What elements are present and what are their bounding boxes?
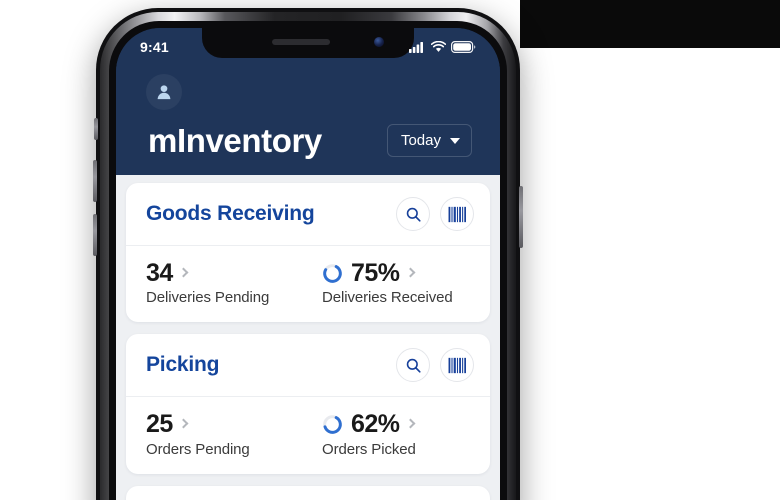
volume-down-button[interactable] <box>93 214 97 256</box>
metric-top-row: 75% <box>322 260 490 286</box>
metric-tile[interactable]: 34 Deliveries Pending <box>126 260 314 307</box>
card-header: Goods Receiving <box>126 183 490 246</box>
card-header: Goods Issue <box>126 486 490 500</box>
metric-top-row: 25 <box>146 410 314 439</box>
progress-ring-icon <box>323 415 342 434</box>
card-goods-receiving: Goods Receiving 34 Deliveries Pending 75% De… <box>126 183 490 323</box>
avatar-row <box>116 62 500 110</box>
barcode-scan-button[interactable] <box>440 348 474 383</box>
wifi-icon <box>431 41 446 52</box>
search-button[interactable] <box>396 197 430 231</box>
silent-switch[interactable] <box>94 118 98 140</box>
metric-value: 62% <box>351 410 400 439</box>
chevron-right-icon <box>178 418 189 429</box>
phone-screen: 9:41 mInventory Today Goods Receiving 34… <box>116 28 500 500</box>
metric-label: Deliveries Received <box>322 289 453 307</box>
metric-top-row: 62% <box>322 410 490 439</box>
cellular-signal-icon <box>409 42 423 53</box>
metric-value: 25 <box>146 410 173 439</box>
chevron-right-icon <box>405 418 415 429</box>
cards-list[interactable]: Goods Receiving 34 Deliveries Pending 75% De… <box>116 175 500 500</box>
card-metrics: 34 Deliveries Pending 75% Deliveries Receiv… <box>126 246 490 322</box>
progress-ring-icon <box>323 263 342 283</box>
card-metrics: 25 Orders Pending 62% Orders Picked <box>126 397 490 473</box>
period-filter-label: Today <box>400 132 441 149</box>
background-black-band <box>520 0 780 48</box>
card-actions <box>396 197 474 231</box>
barcode-icon <box>448 206 466 222</box>
title-bar: mInventory Today <box>116 110 500 157</box>
metric-tile[interactable]: 25 Orders Pending <box>126 410 314 458</box>
chevron-right-icon <box>405 267 415 278</box>
barcode-scan-button[interactable] <box>440 197 474 231</box>
metric-value: 34 <box>146 259 173 287</box>
chevron-right-icon <box>178 267 189 278</box>
card-picking: Picking 25 Orders Pending 62% Orders Picked <box>126 334 490 474</box>
card-actions <box>396 348 474 383</box>
metric-label: Orders Pending <box>146 440 250 458</box>
screenshot-stage: 9:41 mInventory Today Goods Receiving 34… <box>0 0 780 500</box>
chevron-down-icon <box>450 137 460 144</box>
phone-device: 9:41 mInventory Today Goods Receiving 34… <box>93 8 523 500</box>
metric-label: Deliveries Pending <box>146 289 270 307</box>
card-title: Picking <box>146 353 220 377</box>
power-button[interactable] <box>519 186 523 248</box>
status-time: 9:41 <box>140 39 169 55</box>
metric-value: 75% <box>351 259 400 287</box>
metric-top-row: 34 <box>146 260 314 286</box>
card-goods-issue: Goods Issue <box>126 485 490 500</box>
volume-up-button[interactable] <box>93 160 97 202</box>
search-icon <box>406 207 421 222</box>
avatar[interactable] <box>146 74 182 110</box>
metric-label: Orders Picked <box>322 440 416 458</box>
battery-icon <box>451 41 476 53</box>
barcode-icon <box>448 357 466 373</box>
card-header: Picking <box>126 334 490 398</box>
user-avatar-icon <box>157 85 171 100</box>
search-button[interactable] <box>396 348 430 383</box>
status-bar: 9:41 <box>116 28 500 62</box>
status-icons <box>409 41 476 53</box>
metric-tile[interactable]: 62% Orders Picked <box>314 410 490 458</box>
period-filter-button[interactable]: Today <box>386 124 472 157</box>
app-content: mInventory Today Goods Receiving 34 Delive… <box>116 28 500 500</box>
background-white-area <box>520 48 780 500</box>
search-icon <box>406 358 421 373</box>
metric-tile[interactable]: 75% Deliveries Received <box>314 260 490 307</box>
page-title: mInventory <box>148 122 322 159</box>
card-title: Goods Receiving <box>146 202 315 225</box>
